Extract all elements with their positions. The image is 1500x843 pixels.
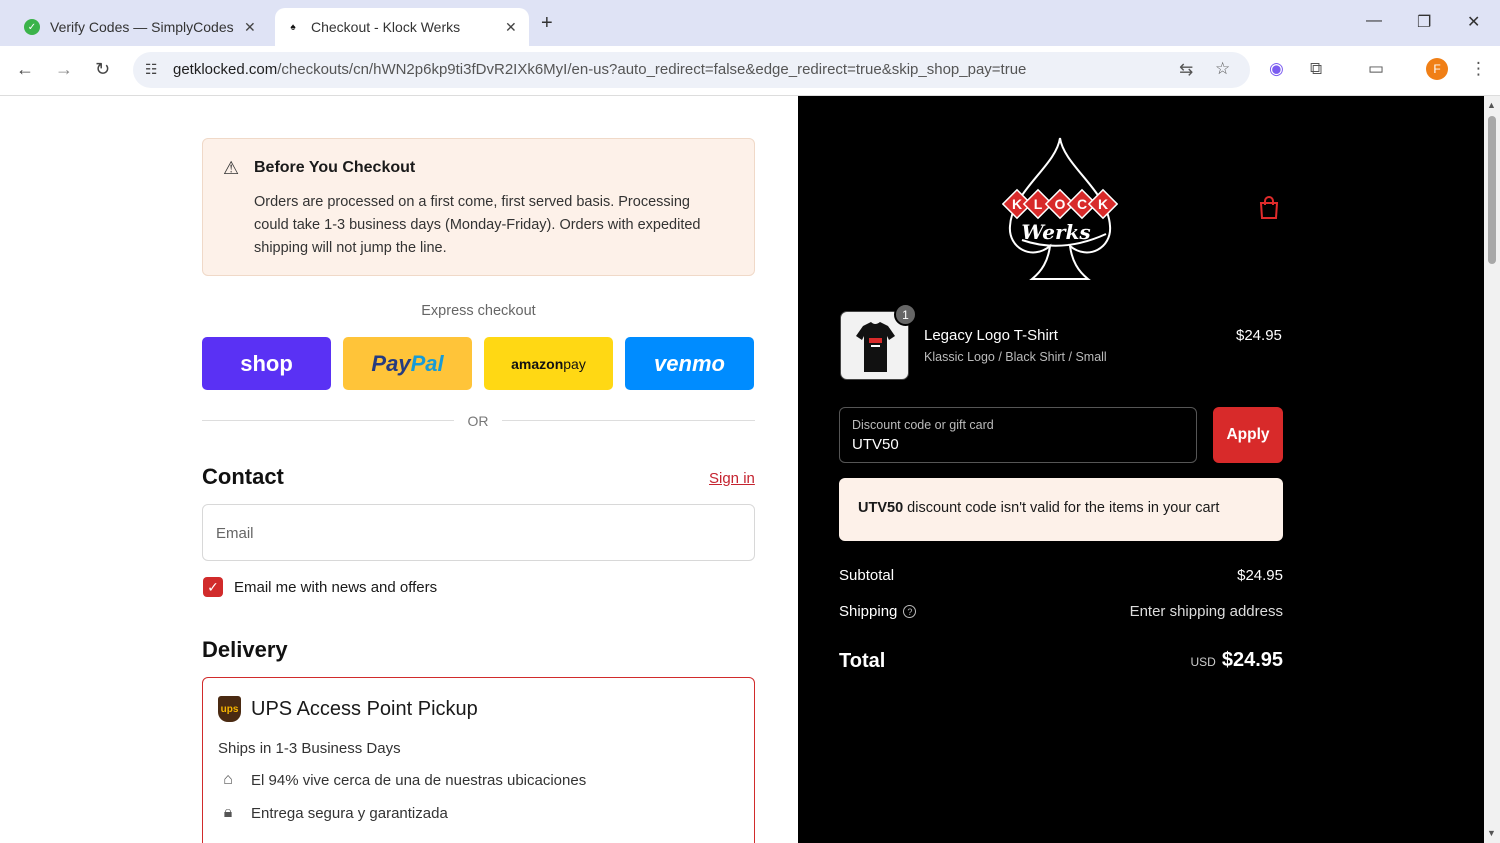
or-divider-text: OR — [467, 413, 489, 429]
newsletter-checkbox[interactable]: ✓ — [203, 577, 223, 597]
shop-pay-button[interactable]: shop — [202, 337, 331, 390]
subtotal-value: $24.95 — [1237, 567, 1283, 584]
discount-value[interactable]: UTV50 — [852, 436, 899, 453]
sign-in-link[interactable]: Sign in — [709, 470, 755, 487]
express-checkout-label: Express checkout — [421, 303, 536, 319]
svg-text:O: O — [1055, 196, 1066, 212]
close-tab-icon[interactable]: ✕ — [244, 19, 256, 36]
newsletter-label[interactable]: Email me with news and offers — [234, 579, 437, 596]
site-settings-icon[interactable]: ☷ — [145, 61, 158, 78]
browser-toolbar: ← → ↻ ☷ getklocked.com/checkouts/cn/hWN2… — [0, 46, 1500, 96]
address-bar[interactable]: ☷ getklocked.com/checkouts/cn/hWN2p6kp9t… — [133, 52, 1250, 88]
minimize-icon[interactable]: — — [1366, 12, 1382, 30]
delivery-option-title: UPS Access Point Pickup — [251, 698, 478, 720]
paypal-button[interactable]: Pay Pal — [343, 337, 472, 390]
email-field[interactable]: Email — [202, 504, 755, 561]
divider — [502, 420, 755, 421]
tab-title: Verify Codes — SimplyCodes — [50, 19, 234, 35]
checkout-form-column: ⚠ Before You Checkout Orders are process… — [0, 96, 798, 843]
reload-icon[interactable]: ↻ — [95, 59, 110, 80]
svg-text:L: L — [1034, 196, 1043, 212]
shopping-bag-icon[interactable] — [1258, 196, 1280, 226]
close-tab-icon[interactable]: ✕ — [505, 19, 517, 36]
url-text[interactable]: getklocked.com/checkouts/cn/hWN2p6kp9ti3… — [173, 61, 1026, 78]
back-icon[interactable]: ← — [16, 59, 34, 80]
venmo-button[interactable]: venmo — [625, 337, 754, 390]
spade-favicon-icon: ♠ — [290, 21, 296, 33]
total-label: Total — [839, 650, 886, 672]
new-tab-icon[interactable]: + — [541, 12, 553, 35]
ups-logo-icon: ups — [218, 696, 241, 722]
ups-access-point-option[interactable]: ups UPS Access Point Pickup Ships in 1-3… — [202, 677, 755, 843]
restore-icon[interactable]: ❐ — [1417, 12, 1431, 32]
store-icon: ⌂ — [223, 771, 233, 788]
divider — [202, 420, 454, 421]
extensions-puzzle-icon[interactable]: ⧉ — [1310, 59, 1322, 79]
notice-title: Before You Checkout — [254, 159, 416, 176]
product-price: $24.95 — [1236, 327, 1282, 344]
delivery-heading: Delivery — [202, 637, 288, 662]
translate-icon[interactable]: ⇆ — [1179, 60, 1193, 80]
order-summary-column: K L O C K Werks 1 Legacy Logo T-Shirt Kl… — [798, 96, 1484, 843]
svg-text:Werks: Werks — [1021, 220, 1090, 244]
shipping-value: Enter shipping address — [1129, 603, 1283, 620]
shipping-label: Shipping — [839, 603, 898, 620]
svg-text:C: C — [1077, 196, 1087, 212]
total-currency: USD — [1190, 655, 1216, 669]
product-variant: Klassic Logo / Black Shirt / Small — [924, 350, 1107, 364]
scrollbar-thumb[interactable] — [1488, 116, 1496, 264]
shipping-row: Shipping? — [839, 603, 917, 620]
discount-code-input[interactable]: Discount code or gift card UTV50 — [839, 407, 1197, 463]
simplycodes-favicon-icon: ✓ — [24, 19, 40, 35]
scroll-up-icon[interactable]: ▲ — [1487, 100, 1496, 110]
help-icon[interactable]: ? — [903, 605, 917, 618]
bookmark-star-icon[interactable]: ☆ — [1215, 59, 1230, 79]
notice-body: Orders are processed on a first come, fi… — [254, 194, 701, 256]
product-name: Legacy Logo T-Shirt — [924, 327, 1058, 344]
forward-icon[interactable]: → — [55, 59, 73, 80]
amazon-pay-button[interactable]: amazon pay — [484, 337, 613, 390]
feature-item: 🔒︎ Entrega segura y garantizada — [218, 804, 448, 822]
contact-heading: Contact — [202, 464, 284, 489]
feature-item: ⌂ El 94% vive cerca de una de nuestras u… — [218, 771, 586, 789]
total-amount: USD $24.95 — [1190, 649, 1283, 671]
page-scrollbar[interactable]: ▲ ▼ — [1484, 96, 1500, 843]
discount-label: Discount code or gift card — [852, 418, 994, 432]
lock-icon: 🔒︎ — [223, 804, 233, 821]
discount-error-message: UTV50 discount code isn't valid for the … — [839, 478, 1283, 541]
tab-title: Checkout - Klock Werks — [311, 19, 461, 35]
warning-icon: ⚠ — [223, 158, 240, 178]
klock-werks-logo[interactable]: K L O C K Werks — [1002, 136, 1118, 281]
quantity-badge: 1 — [894, 303, 917, 326]
tab-checkout[interactable]: ♠ Checkout - Klock Werks ✕ — [275, 8, 529, 46]
apply-discount-button[interactable]: Apply — [1213, 407, 1283, 463]
svg-text:K: K — [1012, 196, 1022, 212]
tab-simplycodes[interactable]: ✓ Verify Codes — SimplyCodes ✕ — [14, 8, 269, 46]
tab-search-icon[interactable]: ▭ — [1368, 59, 1384, 79]
menu-kebab-icon[interactable]: ⋮ — [1470, 59, 1487, 79]
close-window-icon[interactable]: ✕ — [1467, 12, 1480, 32]
extension-simplycodes-icon[interactable]: ◉ — [1269, 59, 1284, 79]
profile-avatar[interactable]: F — [1426, 58, 1448, 80]
browser-tab-bar: ✓ Verify Codes — SimplyCodes ✕ ♠ Checkou… — [0, 0, 1500, 46]
svg-text:K: K — [1098, 196, 1108, 212]
ships-timeframe: Ships in 1-3 Business Days — [218, 740, 401, 757]
scroll-down-icon[interactable]: ▼ — [1487, 828, 1496, 838]
subtotal-label: Subtotal — [839, 567, 895, 584]
before-checkout-notice: ⚠ Before You Checkout Orders are process… — [202, 138, 755, 276]
